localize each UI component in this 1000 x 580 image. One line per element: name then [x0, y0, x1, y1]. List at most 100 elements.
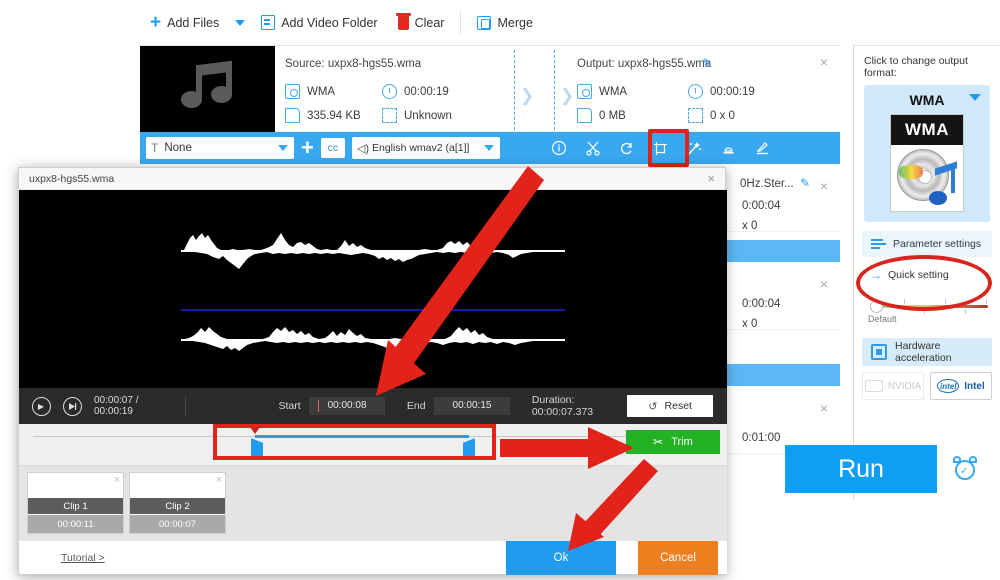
- slider-tick-4: [924, 309, 925, 314]
- sliders-icon: [871, 238, 886, 251]
- ok-button[interactable]: Ok: [506, 541, 616, 575]
- trim-icon[interactable]: [576, 132, 610, 164]
- step-forward-button[interactable]: [63, 396, 82, 416]
- timeline-selection: [255, 435, 469, 438]
- remove-clip-icon[interactable]: ×: [216, 474, 222, 486]
- clip-list: × Clip 1 00:00:11 × Clip 2 00:00:07: [19, 466, 727, 542]
- run-button[interactable]: Run: [785, 445, 937, 493]
- edit-output-name-icon[interactable]: ✎: [702, 57, 715, 70]
- trim-button[interactable]: ✂ Trim: [626, 430, 720, 454]
- effect-icon[interactable]: [678, 132, 712, 164]
- parameter-settings-button[interactable]: Parameter settings: [862, 231, 992, 257]
- bg-row-1-title: 0Hz.Ster...: [740, 178, 794, 190]
- reset-button[interactable]: ↺ Reset: [627, 395, 713, 417]
- trim-dialog: uxpx8-hgs55.wma × ▶ 00:00:07 / 00:00:19 …: [18, 167, 727, 575]
- dialog-title: uxpx8-hgs55.wma: [29, 172, 115, 185]
- source-format: WMA: [285, 84, 335, 99]
- quality-slider[interactable]: Default: [868, 296, 988, 324]
- add-video-folder-button[interactable]: Add Video Folder: [251, 0, 387, 45]
- audio-track-select[interactable]: ◁) English wmav2 (a[1]]: [351, 137, 500, 159]
- clear-label: Clear: [414, 15, 445, 30]
- remove-clip-icon[interactable]: ×: [114, 474, 120, 486]
- watermark-icon[interactable]: [712, 132, 746, 164]
- output-format: WMA: [577, 84, 627, 99]
- output-file-icon: [577, 108, 592, 123]
- bg-row-3-close[interactable]: ×: [820, 400, 828, 416]
- cancel-button[interactable]: Cancel: [638, 541, 718, 575]
- subtitle-select[interactable]: T None: [146, 137, 294, 159]
- reset-label: Reset: [664, 400, 692, 412]
- bg-row-1-close[interactable]: ×: [820, 178, 828, 194]
- file-thumbnail: [140, 46, 275, 132]
- remove-file-button[interactable]: ×: [820, 54, 828, 70]
- merge-button[interactable]: Merge: [467, 0, 542, 45]
- plus-icon: +: [150, 12, 162, 33]
- add-files-dropdown-icon[interactable]: [235, 19, 246, 26]
- dialog-close-icon[interactable]: ×: [707, 171, 715, 186]
- text-icon: T: [151, 141, 159, 155]
- tutorial-link[interactable]: Tutorial >: [61, 552, 105, 564]
- source-size: 335.94 KB: [285, 108, 361, 123]
- duration-display: Duration: 00:00:07.373: [531, 394, 594, 418]
- output-duration-value: 00:00:19: [710, 85, 755, 98]
- run-area: Run ✓: [713, 445, 1000, 500]
- gpu-nvidia-button[interactable]: NVIDIA: [862, 372, 924, 400]
- play-button[interactable]: ▶: [31, 396, 51, 416]
- folder-video-icon: [261, 15, 276, 30]
- start-time-input[interactable]: 00:00:08: [308, 397, 386, 415]
- chevron-down-icon[interactable]: [278, 145, 288, 151]
- source-resolution-value: Unknown: [404, 109, 452, 122]
- slider-knob[interactable]: [870, 300, 883, 313]
- output-sidebar: Click to change output format: WMA WMA P…: [853, 45, 1000, 500]
- trim-start-handle[interactable]: [251, 438, 263, 460]
- audio-chevron-down-icon[interactable]: [483, 145, 494, 151]
- playhead-marker[interactable]: [250, 427, 260, 434]
- clip-name: Clip 2: [130, 498, 225, 514]
- bg-row-1-edit-icon[interactable]: ✎: [800, 177, 813, 190]
- list-item[interactable]: × Clip 1 00:00:11: [27, 472, 124, 534]
- slider-default-label: Default: [868, 314, 897, 324]
- divider-dashed-right: [554, 50, 555, 130]
- bg-row-2-close[interactable]: ×: [820, 276, 828, 292]
- scissors-icon: ✂: [653, 435, 664, 449]
- source-filename: Source: uxpx8-hgs55.wma: [285, 58, 422, 70]
- crop-icon[interactable]: [644, 132, 678, 164]
- output-format-card[interactable]: WMA WMA: [864, 85, 990, 222]
- clear-button[interactable]: Clear: [388, 0, 455, 45]
- hardware-acceleration-button[interactable]: Hardware acceleration: [862, 338, 992, 366]
- output-clock-icon: [688, 84, 703, 99]
- format-chevron-down-icon[interactable]: [969, 94, 981, 101]
- disc-label: WMA: [891, 115, 963, 145]
- subtitle-icon[interactable]: [746, 132, 780, 164]
- clip-name: Clip 1: [28, 498, 123, 514]
- toolbar-divider: [460, 11, 462, 34]
- gpu-options: NVIDIA intel Intel: [862, 372, 992, 400]
- output-size-value: 0 MB: [599, 109, 626, 122]
- cc-button[interactable]: cc: [320, 138, 345, 158]
- info-icon[interactable]: [542, 132, 576, 164]
- end-label: End: [406, 400, 426, 412]
- end-time-input[interactable]: 00:00:15: [433, 397, 511, 415]
- trim-timeline[interactable]: [19, 424, 727, 466]
- add-subtitle-button[interactable]: +: [301, 137, 314, 159]
- bg-row-2-duration: 0:00:04: [742, 298, 781, 310]
- trim-end-handle[interactable]: [463, 438, 475, 460]
- cd-rainbow-glint: [899, 165, 923, 179]
- file-row[interactable]: Source: uxpx8-hgs55.wma Output: uxpx8-hg…: [140, 46, 840, 132]
- dialog-titlebar: uxpx8-hgs55.wma ×: [19, 168, 725, 190]
- add-files-button[interactable]: + Add Files: [140, 0, 229, 45]
- output-dimension-icon: [688, 108, 703, 123]
- chevron-right-icon-2: ❯: [560, 86, 575, 105]
- quick-setting-row[interactable]: → Quick setting: [854, 268, 1000, 282]
- waveform-separator-line: [181, 309, 565, 311]
- chip-icon: [871, 344, 887, 360]
- alarm-clock-icon[interactable]: ✓: [953, 456, 977, 480]
- rotate-icon[interactable]: [610, 132, 644, 164]
- nvidia-icon: [864, 380, 883, 392]
- blue-note-icon: [929, 161, 959, 207]
- gpu-intel-button[interactable]: intel Intel: [930, 372, 992, 400]
- slider-tick-2: [945, 299, 946, 304]
- speaker-icon: ◁): [356, 142, 369, 155]
- trash-icon: [395, 12, 411, 30]
- list-item[interactable]: × Clip 2 00:00:07: [129, 472, 226, 534]
